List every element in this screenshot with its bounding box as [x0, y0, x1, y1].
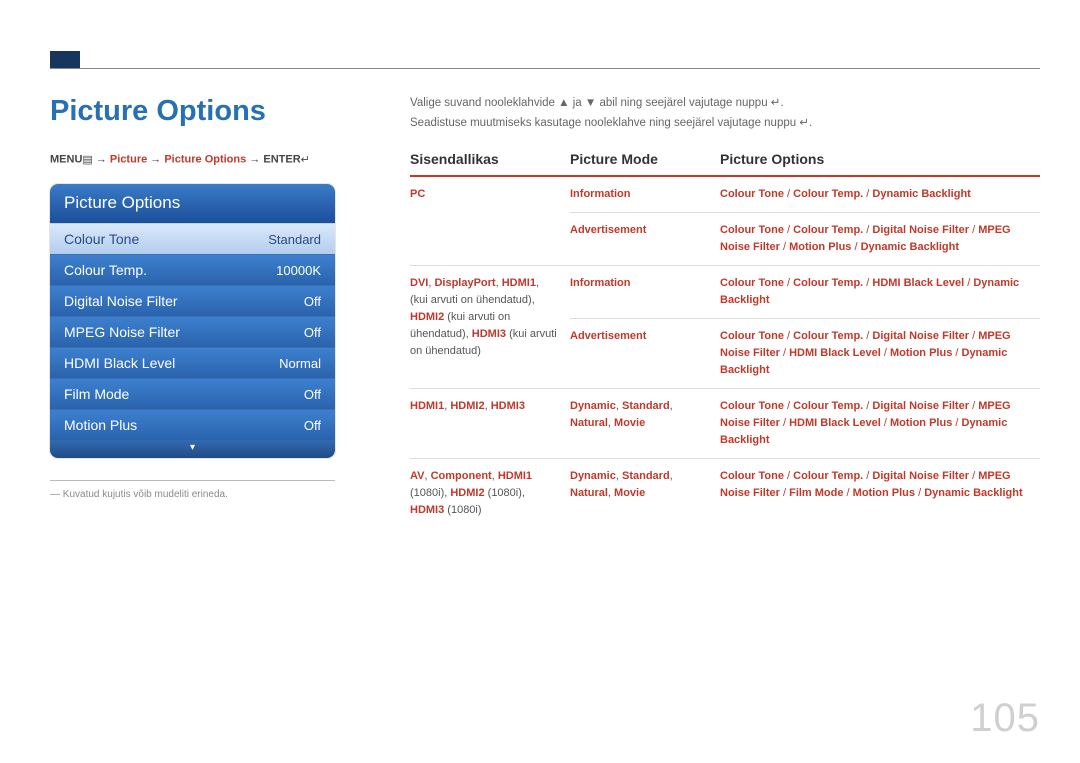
- cell-mode: Dynamic, Standard, Natural, Movie: [570, 459, 720, 529]
- instr1c: abil ning seejärel vajutage nuppu: [596, 97, 771, 109]
- page-number: 105: [970, 696, 1040, 741]
- cell-options: Colour Tone / Colour Temp. / Digital Noi…: [720, 318, 1040, 388]
- bc-picture: Picture: [110, 153, 147, 165]
- cell-options: Colour Tone / Colour Temp. / Digital Noi…: [720, 459, 1040, 529]
- osd-panel: Picture Options Colour ToneStandardColou…: [50, 184, 335, 458]
- osd-row-value: Off: [304, 387, 321, 402]
- enter-icon: ↵: [301, 153, 310, 166]
- header-rule: [50, 68, 1040, 69]
- enter-glyph-icon-2: ↵: [799, 115, 809, 132]
- th-mode: Picture Mode: [570, 151, 720, 176]
- instruction-1: Valige suvand nooleklahvide ▲ ja ▼ abil …: [410, 95, 1040, 112]
- osd-row-digital-noise-filter[interactable]: Digital Noise Filter Off: [50, 285, 335, 316]
- osd-row-value: Off: [304, 294, 321, 309]
- bc-enter: ENTER: [263, 153, 300, 165]
- cell-options: Colour Tone / Colour Temp. / HDMI Black …: [720, 265, 1040, 318]
- instruction-2: Seadistuse muutmiseks kasutage nooleklah…: [410, 115, 1040, 132]
- osd-row-hdmi-black-level[interactable]: HDMI Black Level Normal: [50, 347, 335, 378]
- osd-title: Picture Options: [50, 184, 335, 223]
- th-source: Sisendallikas: [410, 151, 570, 176]
- osd-row-label: Colour Tone: [64, 231, 139, 247]
- osd-scroll-down[interactable]: ▾: [50, 440, 335, 458]
- header-accent: [50, 51, 80, 69]
- osd-row-value: Off: [304, 325, 321, 340]
- osd-row-label: MPEG Noise Filter: [64, 324, 180, 340]
- up-arrow-icon: ▲: [558, 95, 569, 112]
- cell-mode: Information: [570, 176, 720, 213]
- page-title: Picture Options: [50, 95, 380, 128]
- osd-row-value: Normal: [279, 356, 321, 371]
- cell-options: Colour Tone / Colour Temp. / Dynamic Bac…: [720, 176, 1040, 213]
- instr2b: .: [809, 117, 812, 129]
- instr1a: Valige suvand nooleklahvide: [410, 97, 558, 109]
- osd-row-label: Motion Plus: [64, 417, 137, 433]
- osd-row-value: Off: [304, 418, 321, 433]
- osd-row-label: Digital Noise Filter: [64, 293, 178, 309]
- cell-source: DVI, DisplayPort, HDMI1, (kui arvuti on …: [410, 265, 570, 388]
- bc-sep3: →: [249, 153, 263, 165]
- options-table: Sisendallikas Picture Mode Picture Optio…: [410, 151, 1040, 529]
- osd-row-colour-tone[interactable]: Colour Tone Standard: [50, 223, 335, 254]
- enter-glyph-icon: ↵: [771, 95, 781, 112]
- osd-row-label: Colour Temp.: [64, 262, 147, 278]
- left-divider: [50, 480, 335, 481]
- osd-row-film-mode[interactable]: Film Mode Off: [50, 378, 335, 409]
- down-arrow-icon: ▼: [585, 95, 596, 112]
- cell-source: PC: [410, 176, 570, 266]
- osd-row-label: HDMI Black Level: [64, 355, 175, 371]
- cell-options: Colour Tone / Colour Temp. / Digital Noi…: [720, 388, 1040, 458]
- footnote: Kuvatud kujutis võib mudeliti erineda.: [50, 489, 380, 500]
- instr1d: .: [780, 97, 783, 109]
- bc-picture-options: Picture Options: [164, 153, 246, 165]
- chevron-down-icon: ▾: [190, 442, 195, 453]
- cell-mode: Dynamic, Standard, Natural, Movie: [570, 388, 720, 458]
- osd-row-motion-plus[interactable]: Motion Plus Off: [50, 409, 335, 440]
- bc-sep1: →: [96, 153, 110, 165]
- th-options: Picture Options: [720, 151, 1040, 176]
- cell-mode: Advertisement: [570, 212, 720, 265]
- osd-row-label: Film Mode: [64, 386, 129, 402]
- cell-options: Colour Tone / Colour Temp. / Digital Noi…: [720, 212, 1040, 265]
- menu-icon: ▤: [82, 153, 92, 166]
- cell-mode: Information: [570, 265, 720, 318]
- cell-mode: Advertisement: [570, 318, 720, 388]
- instr1b: ja: [570, 97, 585, 109]
- bc-sep2: →: [150, 153, 164, 165]
- osd-row-value: 10000K: [276, 263, 321, 278]
- breadcrumb: MENU▤ → Picture → Picture Options → ENTE…: [50, 153, 380, 166]
- cell-source: HDMI1, HDMI2, HDMI3: [410, 388, 570, 458]
- bc-menu: MENU: [50, 153, 82, 165]
- cell-source: AV, Component, HDMI1 (1080i), HDMI2 (108…: [410, 459, 570, 529]
- instr2a: Seadistuse muutmiseks kasutage nooleklah…: [410, 117, 799, 129]
- osd-row-colour-temp-[interactable]: Colour Temp. 10000K: [50, 254, 335, 285]
- osd-row-mpeg-noise-filter[interactable]: MPEG Noise Filter Off: [50, 316, 335, 347]
- osd-row-value: Standard: [268, 232, 321, 247]
